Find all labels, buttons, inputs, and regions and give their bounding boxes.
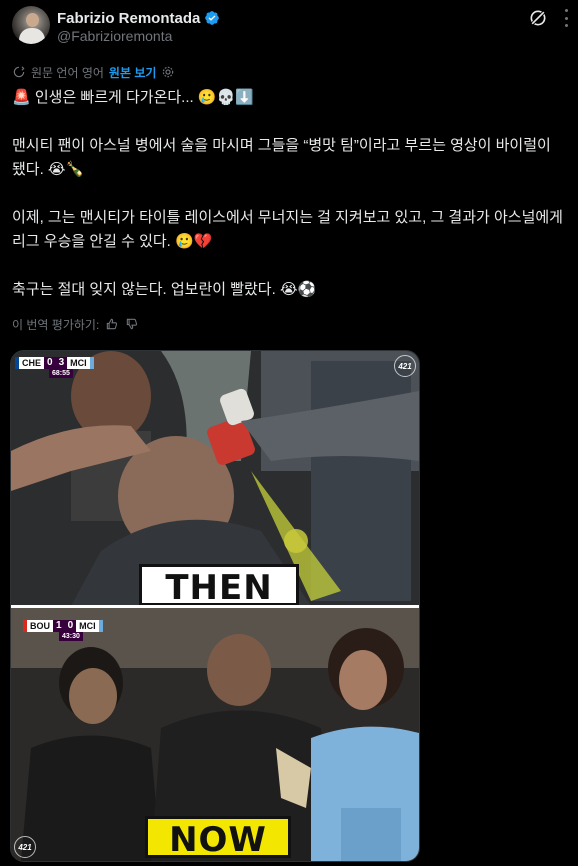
show-original-link[interactable]: 원본 보기	[109, 64, 157, 81]
then-match-clock: 68:55	[49, 369, 73, 378]
rate-translation-row: 이 번역 평가하기:	[12, 314, 139, 334]
now-scorebug: BOU 1 0 MCI	[23, 620, 103, 632]
tweet-line: 이제, 그는 맨시티가 타이틀 레이스에서 무너지는 걸 지켜보고 있고, 그 …	[12, 209, 563, 250]
scorebug-away-team: MCI	[76, 620, 99, 632]
tweet-line: 축구는 절대 잊지 않는다. 업보란이 빨랐다. 😭⚽	[12, 281, 317, 298]
grok-icon[interactable]	[528, 8, 548, 28]
scorebug-home-team: BOU	[27, 620, 53, 632]
scorebug-home-team: CHE	[19, 357, 45, 369]
scorebug-away-score: 0	[64, 620, 77, 632]
now-panel: BOU 1 0 MCI 43:30 421 NOW	[11, 608, 419, 861]
tweet-line: 맨시티 팬이 아스널 병에서 술을 마시며 그들을 “병맛 팀”이라고 부르는 …	[12, 137, 551, 178]
scorebug-home-score: 0	[44, 357, 56, 369]
translation-row: 원문 언어 영어 원본 보기	[12, 63, 175, 81]
more-options-icon[interactable]	[558, 9, 574, 27]
then-scorebug: CHE 0 3 MCI	[15, 357, 94, 369]
author-handle[interactable]: @Fabrizioremonta	[57, 28, 172, 44]
translate-icon	[13, 66, 25, 78]
now-match-clock: 43:30	[59, 632, 83, 641]
watermark-logo: 421	[14, 836, 36, 858]
scorebug-away-team: MCI	[67, 357, 90, 369]
author-name-row: Fabrizio Remontada	[57, 8, 220, 28]
scorebug-away-score: 3	[55, 357, 68, 369]
watermark-logo: 421	[394, 355, 416, 377]
thumbs-up-icon[interactable]	[105, 317, 119, 331]
scorebug-home-score: 1	[53, 620, 65, 632]
author-display-name[interactable]: Fabrizio Remontada	[57, 10, 200, 27]
avatar[interactable]	[12, 6, 50, 44]
tweet-line: 🚨 인생은 빠르게 다가온다... 🥲💀⬇️	[12, 89, 254, 106]
gear-icon[interactable]	[161, 65, 175, 79]
now-caption: NOW	[145, 816, 291, 860]
tweet-media[interactable]: CHE 0 3 MCI 68:55 421 THEN BOU 1 0 MCI 4…	[10, 350, 420, 862]
translation-label: 원문 언어 영어	[31, 65, 104, 80]
rate-translation-label: 이 번역 평가하기:	[12, 317, 100, 332]
tweet-text: 🚨 인생은 빠르게 다가온다... 🥲💀⬇️ 맨시티 팬이 아스널 병에서 술을…	[12, 86, 568, 326]
then-panel: CHE 0 3 MCI 68:55 421 THEN	[11, 351, 419, 606]
thumbs-down-icon[interactable]	[125, 317, 139, 331]
then-caption: THEN	[139, 564, 299, 606]
verified-badge-icon	[205, 11, 220, 25]
